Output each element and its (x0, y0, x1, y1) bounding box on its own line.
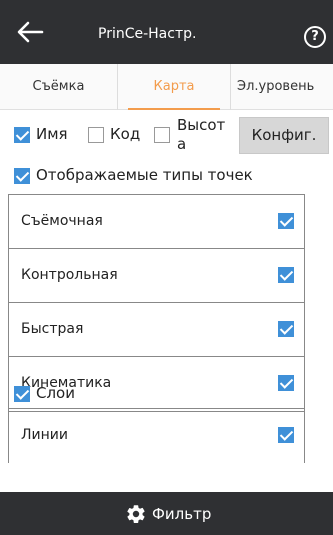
tab-elevation[interactable]: Эл.уровень (230, 64, 333, 110)
layers-label: Слои (36, 384, 75, 402)
list-item[interactable]: Съёмочная (9, 195, 304, 249)
list-item-checkbox[interactable] (278, 427, 294, 443)
filter-bar[interactable]: Фильтр (0, 492, 333, 535)
code-label: Код (110, 125, 141, 143)
tab-bar: Съёмка Карта Эл.уровень (0, 64, 333, 110)
list-item-checkbox[interactable] (278, 321, 294, 337)
height-label: Высот а (177, 116, 226, 154)
layers-list: Линии (8, 408, 305, 463)
help-circle-icon[interactable]: ? (304, 26, 326, 48)
page-title: PrinCe-Настр. (98, 26, 197, 42)
list-item-checkbox[interactable] (278, 267, 294, 283)
layers-section: Слои (0, 382, 333, 408)
list-item-label: Съёмочная (21, 213, 103, 229)
list-item-label: Быстрая (21, 321, 84, 337)
list-item-label: Контрольная (21, 267, 118, 283)
list-item[interactable]: Контрольная (9, 249, 304, 303)
point-types-section: Отображаемые типы точек (0, 164, 333, 190)
name-checkbox[interactable] (14, 127, 30, 143)
config-button[interactable]: Конфиг. (239, 117, 329, 154)
point-types-label: Отображаемые типы точек (36, 166, 253, 184)
tab-map[interactable]: Карта (118, 64, 230, 110)
height-label-line1: Высот (177, 116, 226, 134)
gear-icon (127, 505, 145, 523)
name-label: Имя (36, 125, 68, 143)
app-bar: PrinCe-Настр. ? (0, 0, 333, 64)
tab-survey[interactable]: Съёмка (0, 64, 118, 110)
list-item-checkbox[interactable] (278, 213, 294, 229)
layers-checkbox[interactable] (14, 386, 30, 402)
list-item-label: Линии (21, 427, 68, 443)
point-types-list: Съёмочная Контрольная Быстрая Кинематика (8, 194, 305, 412)
filter-label: Фильтр (152, 505, 212, 523)
list-item[interactable]: Линии (9, 409, 304, 463)
height-checkbox[interactable] (154, 127, 170, 143)
height-label-line2: а (177, 135, 187, 153)
arrow-left-icon[interactable] (16, 20, 44, 44)
code-checkbox[interactable] (88, 127, 104, 143)
list-item[interactable]: Быстрая (9, 303, 304, 357)
label-options-row: Имя Код Высот а Конфиг. (0, 110, 333, 160)
point-types-checkbox[interactable] (14, 168, 30, 184)
